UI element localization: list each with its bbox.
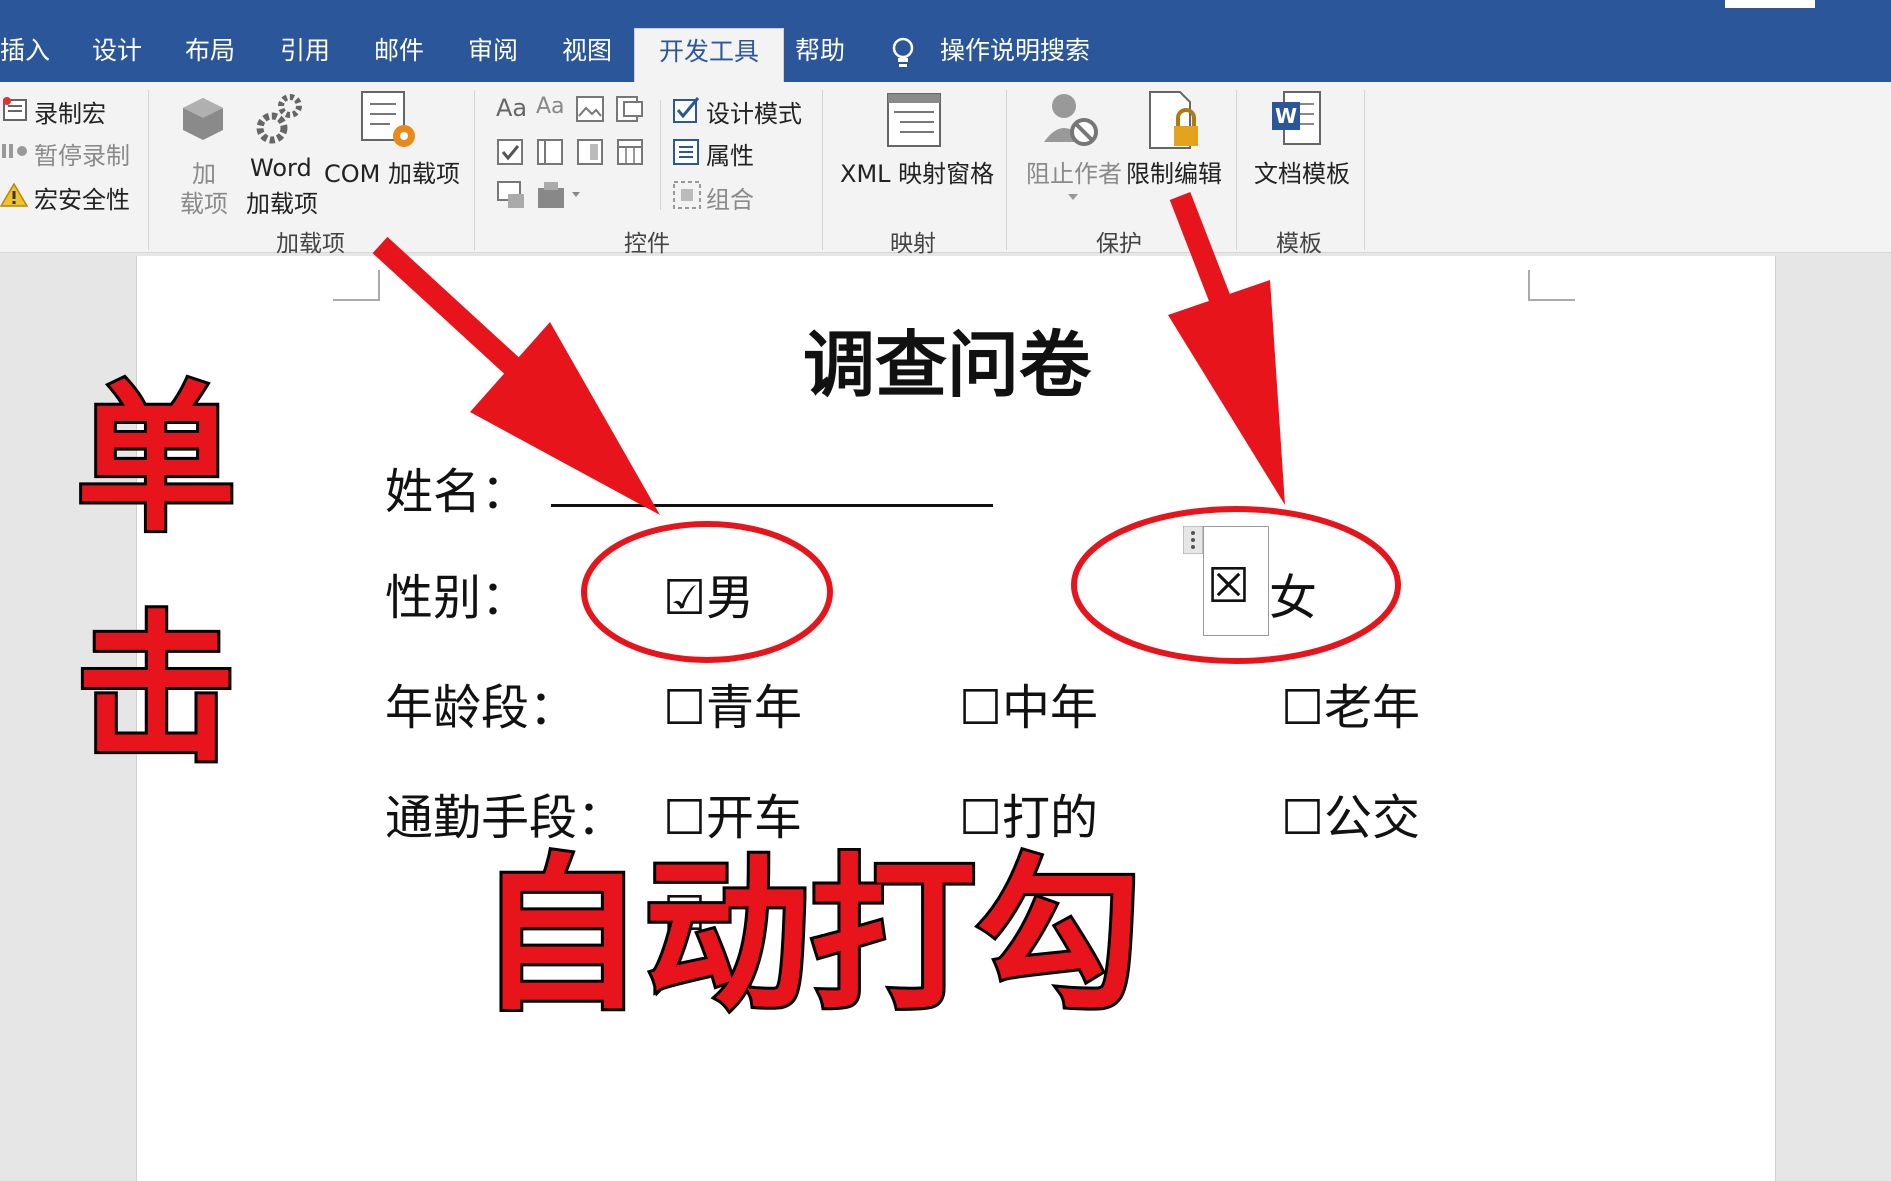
highlight-ellipse-male xyxy=(581,521,833,663)
highlight-ellipse-female xyxy=(1071,506,1401,664)
annotation-click-char1: 单 xyxy=(73,363,239,556)
annotation-click-char2: 击 xyxy=(73,593,239,786)
arrow-to-male xyxy=(372,236,660,515)
arrow-to-female xyxy=(1168,192,1285,505)
annotation-auto-check: 自动打勾 xyxy=(475,837,1145,1036)
